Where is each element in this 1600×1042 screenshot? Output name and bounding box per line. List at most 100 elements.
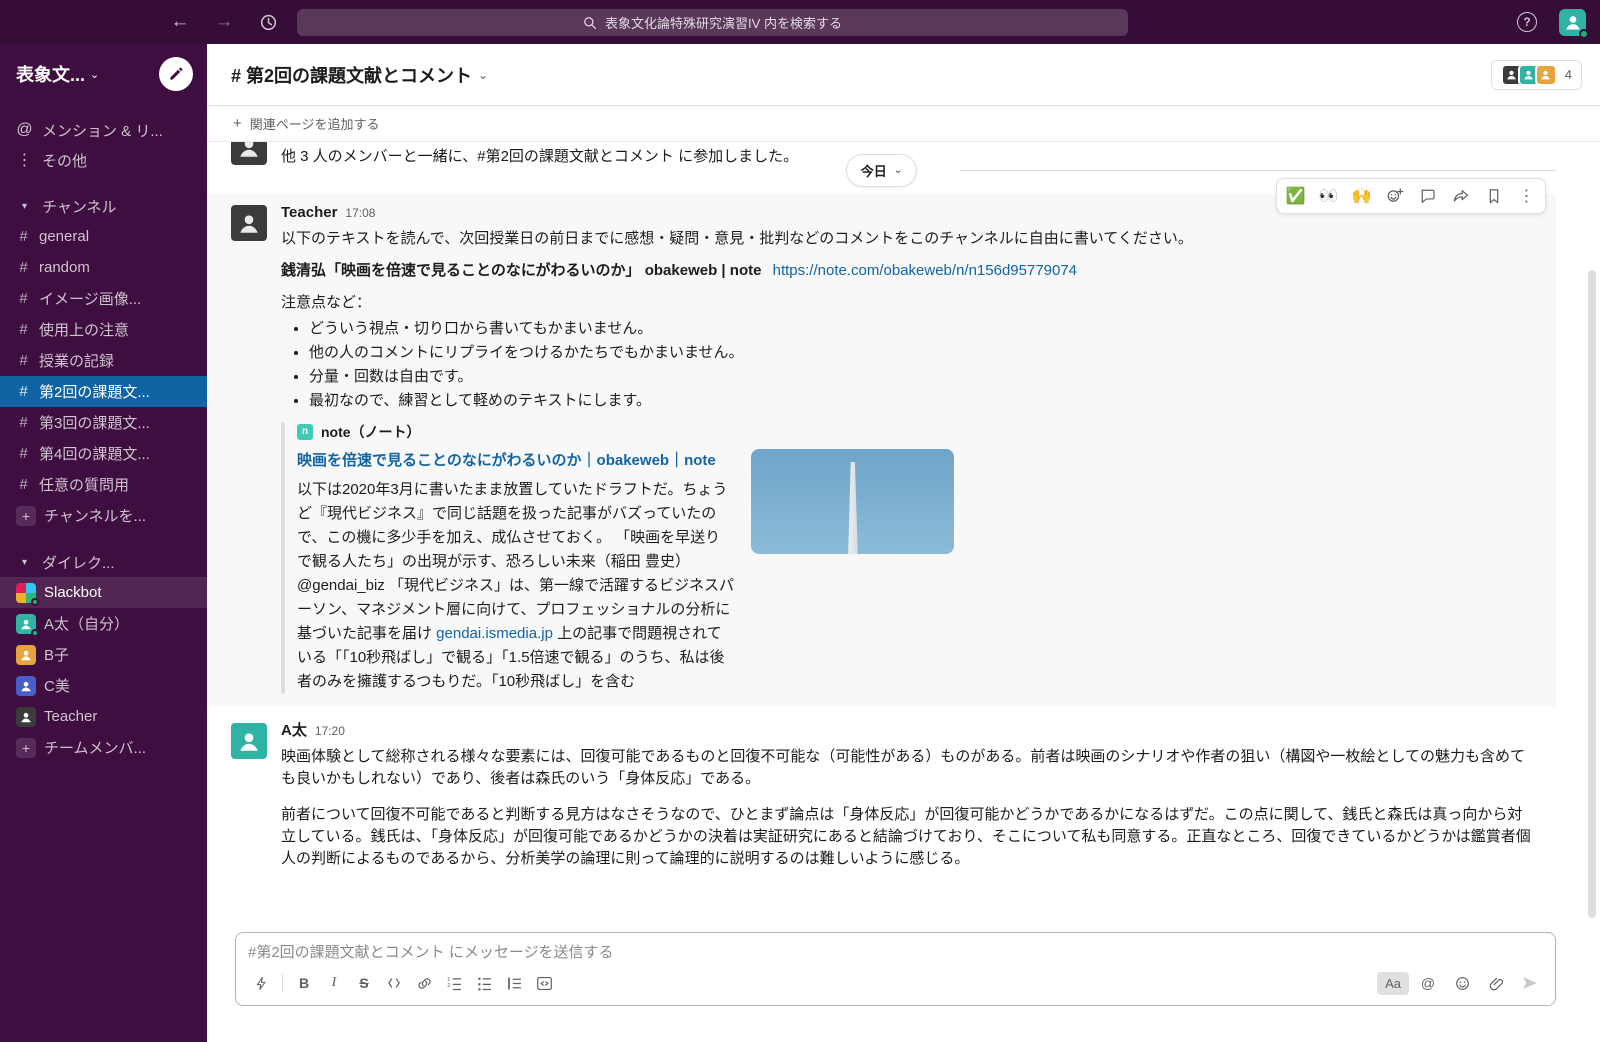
shortcuts-lightning-icon[interactable] bbox=[246, 969, 276, 997]
forward-icon[interactable]: → bbox=[212, 10, 236, 34]
message-timestamp[interactable]: 17:20 bbox=[315, 720, 345, 742]
channel-item-images[interactable]: #イメージ画像... bbox=[0, 283, 207, 314]
sidebar-item-mentions[interactable]: @ メンション & リ... bbox=[0, 115, 207, 145]
dm-item-ata[interactable]: A太（自分） bbox=[0, 608, 207, 639]
history-clock-icon[interactable] bbox=[256, 10, 280, 34]
add-channel-label: チャンネルを... bbox=[44, 505, 146, 526]
presence-indicator bbox=[31, 629, 39, 637]
add-teammates-button[interactable]: +チームメンバ... bbox=[0, 732, 207, 763]
channel-item-usage-notes[interactable]: #使用上の注意 bbox=[0, 314, 207, 345]
hash-icon: # bbox=[16, 383, 31, 400]
reference-url-link[interactable]: https://note.com/obakeweb/n/n156d9577907… bbox=[773, 262, 1077, 279]
channel-item-session2-active[interactable]: # 第2回の課題文... bbox=[0, 376, 207, 407]
channel-item-questions[interactable]: #任意の質問用 bbox=[0, 469, 207, 500]
quick-reaction-eyes[interactable]: 👀 bbox=[1312, 181, 1345, 211]
channel-item-session3[interactable]: # 第3回の課題文... bbox=[0, 407, 207, 438]
scrollbar[interactable] bbox=[1588, 270, 1596, 918]
dm-item-slackbot[interactable]: Slackbot bbox=[0, 577, 207, 608]
member-count: 4 bbox=[1565, 67, 1572, 82]
bold-button[interactable]: B bbox=[289, 969, 319, 997]
dm-item-cmi[interactable]: C美 bbox=[0, 670, 207, 701]
channel-title[interactable]: # 第2回の課題文献とコメント bbox=[231, 62, 472, 88]
blockquote-button[interactable] bbox=[499, 969, 529, 997]
back-icon[interactable]: ← bbox=[168, 10, 192, 34]
channel-label: 第3回の課題文... bbox=[39, 412, 150, 433]
channel-item-general[interactable]: #general bbox=[0, 221, 207, 252]
channel-item-class-records[interactable]: #授業の記録 bbox=[0, 345, 207, 376]
chevron-down-icon: ▾ bbox=[16, 201, 33, 212]
toolbar-divider bbox=[282, 974, 283, 993]
code-block-button[interactable] bbox=[529, 969, 559, 997]
dots-vertical-icon: ⋮ bbox=[16, 150, 33, 170]
provider-name: note（ノート） bbox=[321, 421, 421, 443]
message-author[interactable]: A太 bbox=[281, 720, 307, 742]
strikethrough-button[interactable]: S bbox=[349, 969, 379, 997]
link-button[interactable] bbox=[409, 969, 439, 997]
attach-file-button[interactable] bbox=[1481, 969, 1511, 997]
search-placeholder: 表象文化論特殊研究演習IV 内を検索する bbox=[605, 13, 842, 32]
channel-item-random[interactable]: #random bbox=[0, 252, 207, 283]
card-title-link[interactable]: 映画を倍速で見ることのなにがわるいのか｜obakeweb｜note bbox=[297, 449, 735, 473]
share-message-button[interactable] bbox=[1444, 181, 1477, 211]
plus-icon: + bbox=[233, 115, 242, 132]
avatar[interactable] bbox=[231, 142, 267, 165]
channel-item-session4[interactable]: # 第4回の課題文... bbox=[0, 438, 207, 469]
avatar bbox=[16, 614, 36, 634]
sidebar-item-more[interactable]: ⋮ その他 bbox=[0, 145, 207, 175]
compose-button[interactable] bbox=[159, 57, 193, 91]
add-page-button[interactable]: + 関連ページを追加する bbox=[207, 106, 1600, 142]
at-icon: @ bbox=[16, 121, 33, 139]
hash-icon: # bbox=[16, 414, 31, 431]
workspace-name[interactable]: 表象文... bbox=[16, 61, 85, 87]
emoji-button[interactable] bbox=[1447, 969, 1477, 997]
send-button[interactable] bbox=[1515, 969, 1545, 997]
message-author[interactable]: Teacher bbox=[281, 202, 337, 224]
reply-thread-button[interactable] bbox=[1411, 181, 1444, 211]
avatar[interactable] bbox=[231, 205, 267, 241]
user-avatar[interactable] bbox=[1559, 9, 1586, 36]
avatar bbox=[16, 645, 36, 665]
chevron-down-icon: ▾ bbox=[16, 557, 33, 568]
channel-label: 授業の記録 bbox=[39, 350, 114, 371]
channels-section-header[interactable]: ▾ チャンネル bbox=[0, 191, 207, 221]
italic-button[interactable]: I bbox=[319, 969, 349, 997]
dm-section-header[interactable]: ▾ ダイレク... bbox=[0, 547, 207, 577]
message-timestamp[interactable]: 17:08 bbox=[345, 202, 375, 224]
channel-members-button[interactable]: 4 bbox=[1491, 60, 1582, 90]
ordered-list-button[interactable]: 12 bbox=[439, 969, 469, 997]
quick-reaction-check[interactable]: ✅ bbox=[1279, 181, 1312, 211]
help-icon[interactable]: ? bbox=[1517, 12, 1537, 32]
message-input[interactable] bbox=[248, 944, 1543, 961]
avatar[interactable] bbox=[231, 723, 267, 759]
presence-indicator bbox=[31, 598, 39, 606]
date-pill[interactable]: 今日 ⌄ bbox=[846, 154, 917, 187]
bullet-list-button[interactable] bbox=[469, 969, 499, 997]
formatting-toggle-button[interactable]: Aa bbox=[1377, 972, 1409, 995]
date-label: 今日 bbox=[861, 161, 887, 180]
card-thumbnail-image[interactable] bbox=[751, 449, 954, 554]
slack-app: ← → 表象文化論特殊研究演習IV 内を検索する ? 表象文... ⌄ bbox=[0, 0, 1600, 1042]
hash-icon: # bbox=[16, 445, 31, 462]
dm-item-bko[interactable]: B子 bbox=[0, 639, 207, 670]
composer-toolbar: B I S 12 bbox=[236, 964, 1555, 1005]
message-text: 映画体験として総称される様々な要素には、回復可能であるものと回復不可能な（可能性… bbox=[281, 746, 1536, 790]
channel-header: # 第2回の課題文献とコメント ⌄ 4 bbox=[207, 44, 1600, 106]
mention-button[interactable]: @ bbox=[1413, 969, 1443, 997]
history-controls: ← → bbox=[168, 0, 280, 44]
chevron-down-icon: ⌄ bbox=[90, 68, 99, 81]
channel-label: 第4回の課題文... bbox=[39, 443, 150, 464]
more-actions-button[interactable]: ⋮ bbox=[1510, 181, 1543, 211]
add-reaction-button[interactable] bbox=[1378, 181, 1411, 211]
channel-label: 第2回の課題文... bbox=[39, 381, 150, 402]
workspace-header[interactable]: 表象文... ⌄ bbox=[0, 44, 207, 101]
bookmark-icon[interactable] bbox=[1477, 181, 1510, 211]
search-bar[interactable]: 表象文化論特殊研究演習IV 内を検索する bbox=[297, 9, 1128, 36]
quick-reaction-hands[interactable]: 🙌 bbox=[1345, 181, 1378, 211]
bullet-item: 分量・回数は自由です。 bbox=[309, 366, 1536, 388]
card-inline-link[interactable]: gendai.ismedia.jp bbox=[436, 625, 553, 642]
add-channel-button[interactable]: +チャンネルを... bbox=[0, 500, 207, 531]
dm-item-teacher[interactable]: Teacher bbox=[0, 701, 207, 732]
channel-label: general bbox=[39, 228, 89, 245]
code-button[interactable] bbox=[379, 969, 409, 997]
message-ata: A太 17:20 映画体験として総称される様々な要素には、回復可能であるものと回… bbox=[207, 710, 1556, 878]
